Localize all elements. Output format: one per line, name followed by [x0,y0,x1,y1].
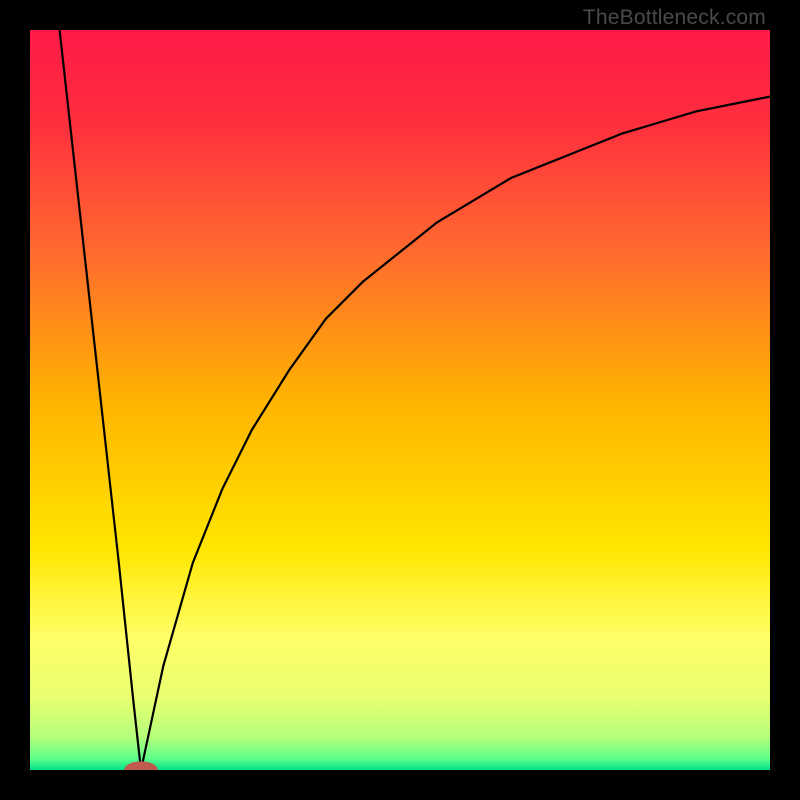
chart-svg [30,30,770,770]
gradient-background [30,30,770,770]
chart-frame: TheBottleneck.com [0,0,800,800]
plot-area [30,30,770,770]
watermark-text: TheBottleneck.com [583,6,766,30]
